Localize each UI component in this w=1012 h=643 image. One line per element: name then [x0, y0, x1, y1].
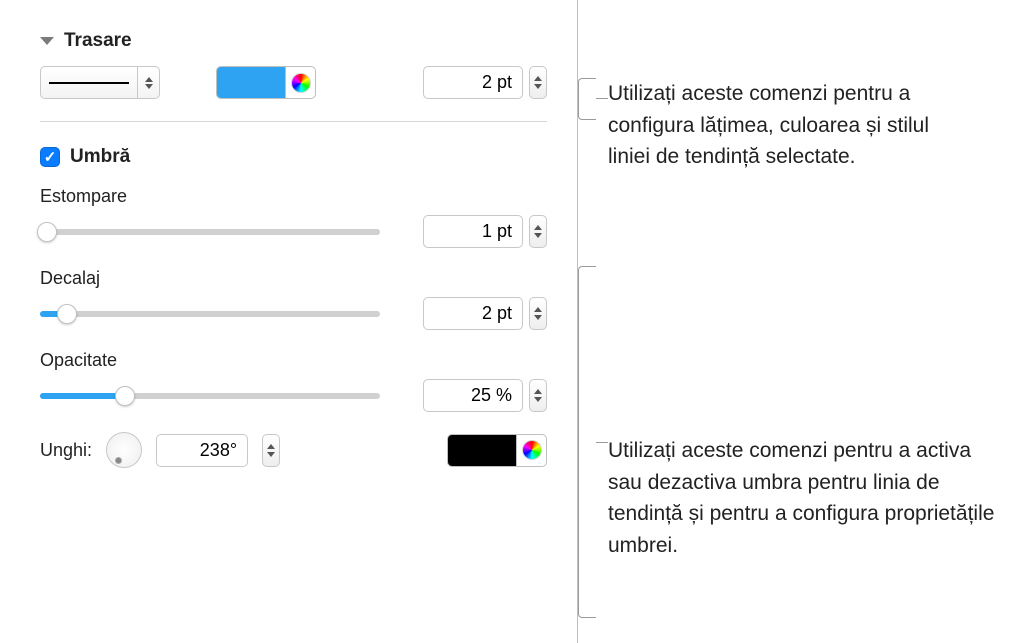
- line-sample-icon: [49, 82, 129, 84]
- callout-stroke: Utilizați aceste comenzi pentru a config…: [608, 78, 968, 173]
- blur-row: Estompare: [40, 186, 547, 248]
- blur-label: Estompare: [40, 186, 547, 207]
- slider-track: [40, 229, 380, 235]
- offset-label: Decalaj: [40, 268, 547, 289]
- stroke-color-well[interactable]: [216, 66, 316, 99]
- shadow-section-title: Umbră: [70, 146, 130, 168]
- stroke-section-title: Trasare: [64, 30, 132, 52]
- callout-lead-line: [596, 442, 608, 443]
- offset-slider[interactable]: [40, 304, 380, 324]
- chevron-up-icon: [534, 307, 542, 312]
- opacity-stepper-buttons[interactable]: [529, 379, 547, 412]
- chevron-up-icon: [534, 389, 542, 394]
- stroke-width-input[interactable]: [423, 66, 523, 99]
- angle-stepper-buttons[interactable]: [262, 434, 280, 467]
- angle-input[interactable]: [156, 434, 248, 467]
- section-divider: [40, 121, 547, 122]
- offset-stepper-buttons[interactable]: [529, 297, 547, 330]
- shadow-section-header: ✓ Umbră: [40, 146, 547, 168]
- offset-stepper: [423, 297, 547, 330]
- chevron-up-icon: [267, 444, 275, 449]
- color-picker-button[interactable]: [516, 435, 546, 466]
- opacity-row: Opacitate: [40, 350, 547, 412]
- line-style-preview: [41, 82, 137, 84]
- shadow-color-preview: [448, 435, 516, 466]
- callout-shadow: Utilizați aceste comenzi pentru a activa…: [608, 435, 998, 561]
- inspector-panel: Trasare ✓ Umbră: [0, 0, 578, 643]
- callout-lead-line: [596, 98, 608, 99]
- color-picker-button[interactable]: [285, 67, 315, 98]
- opacity-slider[interactable]: [40, 386, 380, 406]
- chevron-down-icon: [534, 315, 542, 320]
- chevron-down-icon: [534, 233, 542, 238]
- opacity-label: Opacitate: [40, 350, 547, 371]
- opacity-input[interactable]: [423, 379, 523, 412]
- angle-dial[interactable]: [106, 432, 142, 468]
- blur-stepper-buttons[interactable]: [529, 215, 547, 248]
- shadow-checkbox[interactable]: ✓: [40, 147, 60, 167]
- line-style-popup[interactable]: [40, 66, 160, 99]
- slider-knob[interactable]: [57, 304, 77, 324]
- blur-stepper: [423, 215, 547, 248]
- blur-slider[interactable]: [40, 222, 380, 242]
- stroke-color-preview: [217, 67, 285, 98]
- opacity-stepper: [423, 379, 547, 412]
- offset-input[interactable]: [423, 297, 523, 330]
- angle-row: Unghi:: [40, 432, 547, 468]
- angle-label: Unghi:: [40, 440, 92, 461]
- color-wheel-icon: [291, 73, 311, 93]
- slider-fill: [40, 393, 125, 399]
- callout-bracket: [578, 266, 596, 618]
- chevron-down-icon: [534, 397, 542, 402]
- slider-knob[interactable]: [115, 386, 135, 406]
- chevron-up-icon: [534, 225, 542, 230]
- chevron-down-icon: [534, 84, 542, 89]
- slider-knob[interactable]: [37, 222, 57, 242]
- slider-track: [40, 311, 380, 317]
- callout-bracket: [578, 78, 596, 120]
- stroke-controls-row: [40, 66, 547, 99]
- color-wheel-icon: [522, 440, 542, 460]
- offset-row: Decalaj: [40, 268, 547, 330]
- disclosure-down-icon: [40, 37, 54, 45]
- popup-arrows-icon: [137, 67, 159, 98]
- chevron-up-icon: [534, 76, 542, 81]
- blur-input[interactable]: [423, 215, 523, 248]
- chevron-down-icon: [267, 452, 275, 457]
- stroke-width-stepper: [423, 66, 547, 99]
- stroke-section-header[interactable]: Trasare: [40, 30, 547, 52]
- angle-indicator-icon: [115, 457, 122, 464]
- stroke-width-stepper-buttons[interactable]: [529, 66, 547, 99]
- shadow-color-well[interactable]: [447, 434, 547, 467]
